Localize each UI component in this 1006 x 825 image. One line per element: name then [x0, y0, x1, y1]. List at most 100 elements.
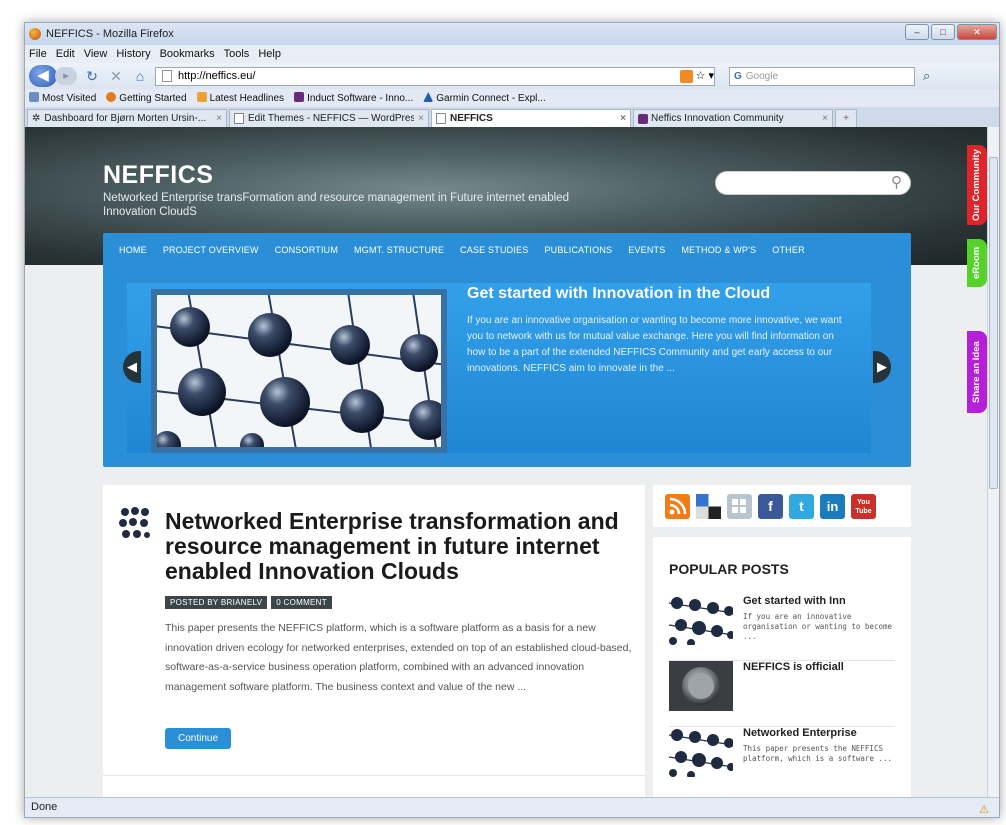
close-window-button[interactable]: ✕	[957, 24, 997, 40]
search-icon[interactable]: ⌕	[923, 68, 930, 84]
window-title: NEFFICS - Mozilla Firefox	[46, 28, 174, 40]
forward-button[interactable]: ▸	[55, 67, 77, 85]
popular-post-item[interactable]: NEFFICS is officiall	[669, 661, 895, 727]
delicious-icon[interactable]	[696, 493, 721, 519]
menu-history[interactable]: History	[116, 48, 150, 60]
post-author-tag[interactable]: POSTED BY BRIANELV	[165, 596, 268, 609]
site-search-input[interactable]: ⚲	[715, 171, 911, 195]
linkedin-icon[interactable]: in	[820, 493, 845, 519]
post-thumbnail	[669, 727, 733, 777]
search-field[interactable]: G Google	[729, 66, 915, 86]
popular-post-title[interactable]: Get started with Inn	[743, 595, 899, 607]
firefox-icon	[29, 28, 41, 40]
featured-area: HOME PROJECT OVERVIEW CONSORTIUM MGMT. S…	[103, 233, 911, 467]
google-icon[interactable]: G	[734, 68, 742, 85]
nav-case-studies[interactable]: CASE STUDIES	[460, 245, 528, 255]
dropdown-arrow-icon[interactable]: ▾	[708, 68, 714, 85]
menu-file[interactable]: File	[29, 48, 47, 60]
home-icon[interactable]: ⌂	[131, 68, 149, 84]
bookmark-most-visited[interactable]: Most Visited	[29, 92, 96, 104]
nav-mgmt-structure[interactable]: MGMT. STRUCTURE	[354, 245, 444, 255]
popular-post-item[interactable]: Get started with Inn If you are an innov…	[669, 595, 895, 661]
page-viewport: NEFFICS Networked Enterprise transFormat…	[25, 127, 989, 799]
our-community-tab[interactable]: Our Community	[967, 145, 987, 225]
bookmark-getting-started[interactable]: Getting Started	[106, 92, 187, 104]
popular-post-title[interactable]: NEFFICS is officiall	[743, 661, 899, 673]
page-icon	[436, 113, 446, 124]
warning-icon[interactable]: ⚠	[979, 801, 989, 817]
close-tab-icon[interactable]: ×	[822, 113, 828, 124]
menu-tools[interactable]: Tools	[224, 48, 250, 60]
slide-title[interactable]: Get started with Innovation in the Cloud	[467, 285, 770, 303]
bookmark-icon	[29, 92, 39, 102]
youtube-icon[interactable]: You Tube	[851, 493, 876, 519]
page-icon	[162, 70, 172, 82]
tab-neffics[interactable]: NEFFICS ×	[431, 109, 631, 127]
nav-method-wps[interactable]: METHOD & WP'S	[681, 245, 756, 255]
post-title[interactable]: Networked Enterprise transformation and …	[165, 509, 625, 584]
post-excerpt: This paper presents the NEFFICS platform…	[165, 622, 632, 693]
post-card: Networked Enterprise transformation and …	[103, 485, 645, 799]
rss-feed-icon[interactable]	[679, 69, 693, 83]
menu-help[interactable]: Help	[258, 48, 281, 60]
navigation-toolbar: ◀ ▸ ↻ ✕ ⌂ http://neffics.eu/ ☆ ▾ G Googl…	[25, 63, 999, 89]
bookmark-star-icon[interactable]: ☆	[696, 68, 706, 85]
bookmark-induct[interactable]: Induct Software - Inno...	[294, 92, 413, 104]
rss-feed-icon	[196, 92, 207, 102]
back-button[interactable]: ◀	[29, 65, 57, 87]
url-bar[interactable]: http://neffics.eu/ ☆ ▾	[155, 66, 715, 86]
myspace-icon[interactable]	[727, 493, 752, 519]
reload-icon[interactable]: ↻	[83, 68, 101, 85]
divider	[103, 775, 645, 776]
popular-post-title[interactable]: Networked Enterprise	[743, 727, 899, 739]
title-bar: NEFFICS - Mozilla Firefox – □ ✕	[25, 23, 999, 45]
close-tab-icon[interactable]: ×	[620, 113, 626, 124]
bookmarks-toolbar: Most Visited Getting Started Latest Head…	[25, 89, 999, 107]
share-an-idea-tab[interactable]: Share an Idea	[967, 331, 987, 413]
popular-post-item[interactable]: Networked Enterprise This paper presents…	[669, 727, 895, 787]
nav-consortium[interactable]: CONSORTIUM	[275, 245, 338, 255]
nav-project-overview[interactable]: PROJECT OVERVIEW	[163, 245, 259, 255]
nav-events[interactable]: EVENTS	[628, 245, 665, 255]
slide-text: If you are an innovative organisation or…	[467, 315, 842, 374]
status-text: Done	[31, 801, 58, 813]
molecule-network-image	[157, 295, 441, 447]
page-icon	[234, 113, 244, 124]
popular-post-excerpt: This paper presents the NEFFICS platform…	[743, 744, 893, 763]
continue-button[interactable]: Continue	[165, 728, 231, 749]
stop-icon[interactable]: ✕	[107, 68, 125, 85]
menu-bar: File Edit View History Bookmarks Tools H…	[25, 45, 999, 63]
facebook-icon[interactable]: f	[758, 493, 783, 519]
maximize-button[interactable]: □	[931, 24, 955, 40]
tab-neffics-community[interactable]: Neffics Innovation Community ×	[633, 109, 833, 127]
close-tab-icon[interactable]: ×	[216, 113, 222, 124]
slide-image[interactable]	[151, 289, 447, 453]
rss-icon[interactable]	[665, 493, 690, 519]
post-thumbnail	[669, 595, 733, 645]
eroom-tab[interactable]: eRoom	[967, 239, 987, 287]
nav-home[interactable]: HOME	[119, 245, 147, 255]
menu-bookmarks[interactable]: Bookmarks	[160, 48, 215, 60]
vertical-scrollbar[interactable]	[987, 127, 999, 799]
firefox-icon	[106, 92, 117, 102]
main-nav: HOME PROJECT OVERVIEW CONSORTIUM MGMT. S…	[103, 233, 911, 267]
twitter-icon[interactable]: t	[789, 493, 814, 519]
post-comment-tag[interactable]: 0 COMMENT	[271, 596, 332, 609]
popular-posts-heading: POPULAR POSTS	[669, 561, 789, 577]
close-tab-icon[interactable]: ×	[418, 113, 424, 124]
tab-strip: ✲ Dashboard for Bjørn Morten Ursin-... ×…	[25, 107, 999, 127]
bookmark-latest-headlines[interactable]: Latest Headlines	[196, 92, 284, 104]
menu-view[interactable]: View	[84, 48, 108, 60]
bookmark-garmin[interactable]: Garmin Connect - Expl...	[423, 92, 546, 104]
nav-publications[interactable]: PUBLICATIONS	[544, 245, 612, 255]
nav-other[interactable]: OTHER	[772, 245, 805, 255]
minimize-button[interactable]: –	[905, 24, 929, 40]
menu-edit[interactable]: Edit	[56, 48, 75, 60]
search-icon[interactable]: ⚲	[891, 173, 902, 191]
tab-dashboard[interactable]: ✲ Dashboard for Bjørn Morten Ursin-... ×	[27, 109, 227, 127]
scrollbar-thumb[interactable]	[989, 157, 998, 489]
tab-edit-themes[interactable]: Edit Themes - NEFFICS — WordPress ×	[229, 109, 429, 127]
site-title[interactable]: NEFFICS	[103, 161, 213, 190]
post-meta: POSTED BY BRIANELV 0 COMMENT	[165, 596, 332, 609]
new-tab-button[interactable]: +	[835, 109, 857, 127]
